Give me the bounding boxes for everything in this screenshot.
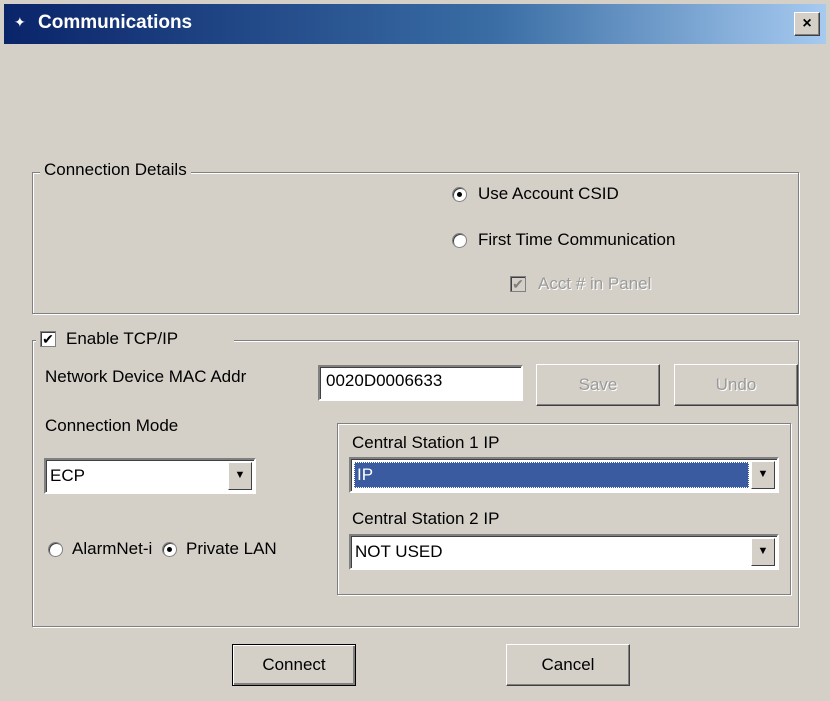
chevron-down-icon[interactable]: ▼	[751, 538, 775, 566]
central-station-1-selection: IP	[354, 462, 749, 488]
chevron-down-icon[interactable]: ▼	[751, 461, 775, 489]
private-lan-radio[interactable]	[162, 542, 177, 557]
cancel-button[interactable]: Cancel	[506, 644, 630, 686]
mac-address-label: Network Device MAC Addr	[45, 367, 247, 386]
close-button[interactable]: ×	[794, 12, 820, 36]
chevron-down-icon[interactable]: ▼	[228, 462, 252, 490]
communications-dialog: ✦ Communications × Connection Details Us…	[0, 0, 830, 701]
window-title: Communications	[38, 12, 193, 33]
connect-button[interactable]: Connect	[232, 644, 356, 686]
enable-tcpip-label[interactable]: Enable TCP/IP	[66, 329, 178, 349]
alarmnet-i-radio[interactable]	[48, 542, 63, 557]
use-account-csid-radio[interactable]	[452, 187, 467, 202]
use-account-csid-label[interactable]: Use Account CSID	[478, 184, 619, 204]
acct-in-panel-checkbox: ✔	[510, 276, 526, 292]
app-icon: ✦	[14, 14, 26, 30]
central-station-1-select[interactable]: IP ▼	[349, 457, 779, 493]
central-station-2-label: Central Station 2 IP	[352, 509, 500, 528]
mac-address-input[interactable]: 0020D0006633	[318, 365, 523, 401]
central-station-2-select[interactable]: NOT USED ▼	[349, 534, 779, 570]
connection-details-legend: Connection Details	[40, 160, 191, 180]
connection-details-group	[32, 172, 799, 314]
first-time-communication-label[interactable]: First Time Communication	[478, 230, 675, 250]
alarmnet-i-label[interactable]: AlarmNet-i	[72, 539, 152, 559]
central-station-2-value: NOT USED	[355, 542, 443, 561]
connection-mode-value: ECP	[50, 466, 85, 485]
save-button[interactable]: Save	[536, 364, 660, 406]
acct-in-panel-label: Acct # in Panel	[538, 274, 652, 293]
undo-button[interactable]: Undo	[674, 364, 798, 406]
private-lan-label[interactable]: Private LAN	[186, 539, 277, 559]
connection-mode-label: Connection Mode	[45, 416, 179, 435]
central-station-1-value: IP	[357, 465, 374, 484]
connection-mode-select[interactable]: ECP ▼	[44, 458, 256, 494]
first-time-communication-radio[interactable]	[452, 233, 467, 248]
central-station-1-label: Central Station 1 IP	[352, 433, 500, 452]
enable-tcpip-checkbox[interactable]: ✔	[40, 331, 56, 347]
title-bar[interactable]: ✦ Communications ×	[4, 4, 826, 44]
